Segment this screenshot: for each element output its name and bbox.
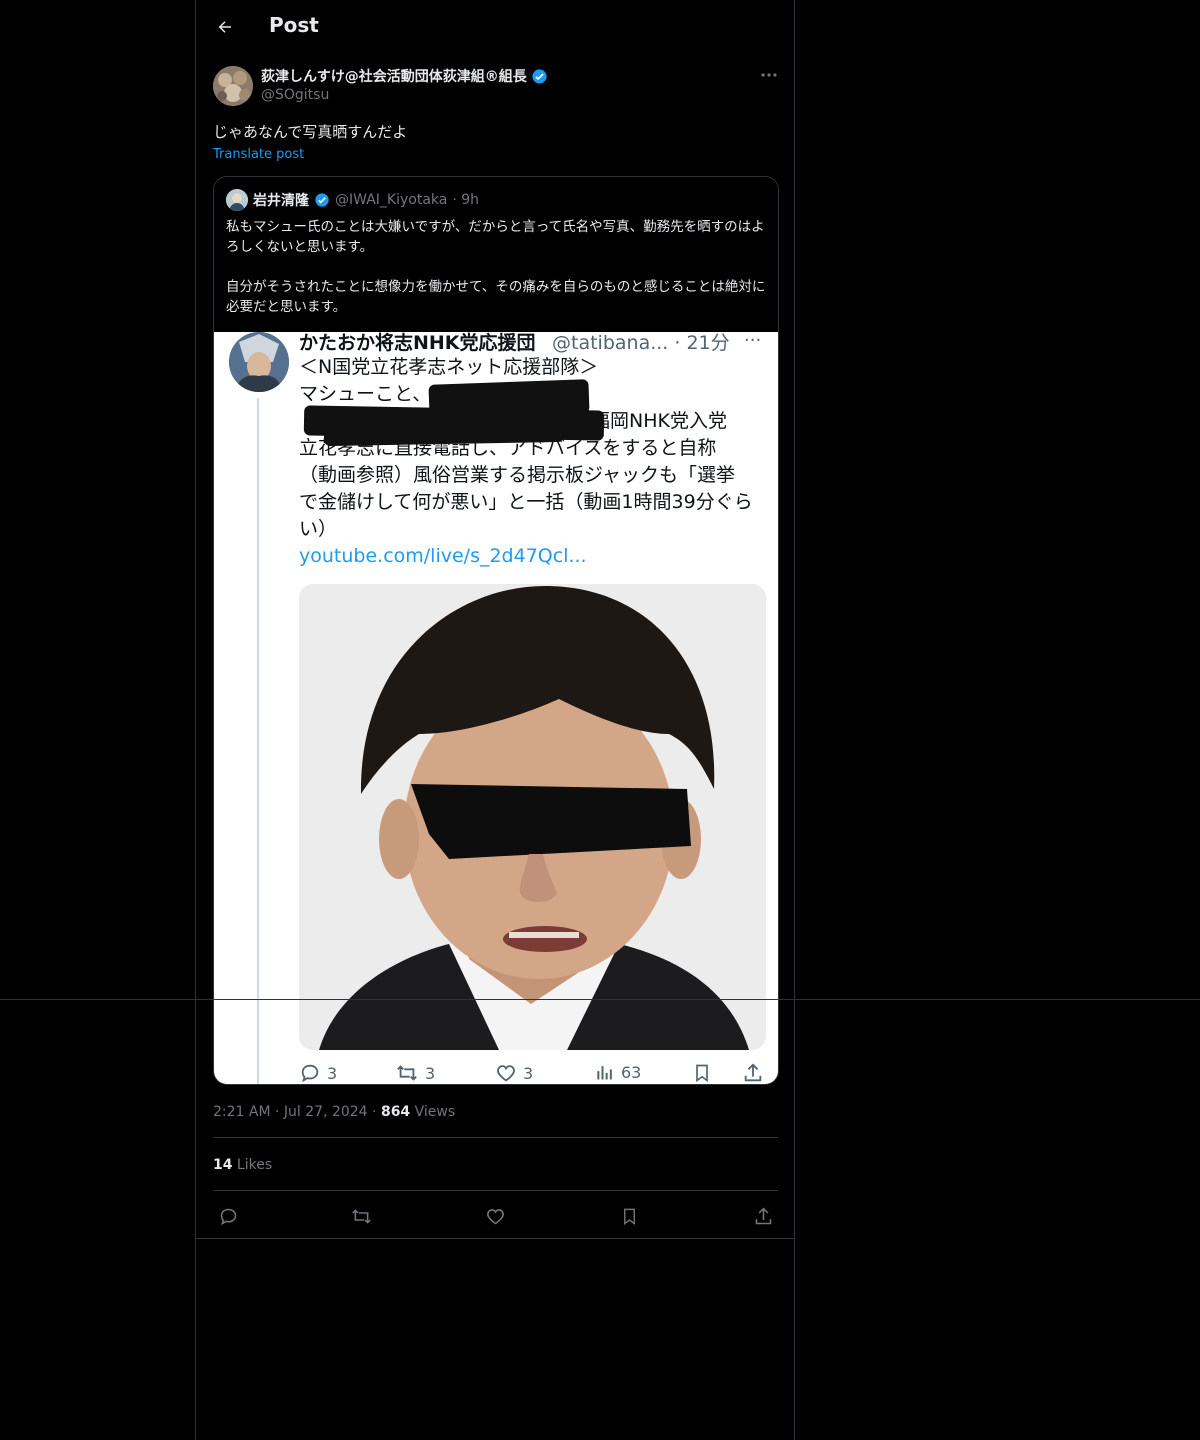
quoted-post-text: 私もマシュー氏のことは大嫌いですが、だからと言って氏名や写真、勤務先を晒すのはよ… (226, 217, 770, 337)
post-column: Post 荻津しんすけ@社会活動団体荻津組®組長 @SOgitsu じゃあなんで… (195, 0, 795, 1440)
likes-label: Likes (232, 1157, 273, 1173)
repost-icon (351, 1208, 371, 1224)
thread-line (257, 398, 259, 1084)
post-text: じゃあなんで写真晒すんだよ (213, 123, 408, 141)
heart-icon (497, 1065, 515, 1082)
reply-icon (301, 1064, 319, 1083)
screenshot-more-text: ··· (744, 332, 762, 351)
repost-icon (397, 1065, 417, 1081)
quoted-author-avatar (226, 189, 248, 211)
share-icon (755, 1207, 771, 1224)
divider (0, 999, 1200, 1000)
share-icon (744, 1063, 762, 1082)
screenshot-action-bar: 3 3 3 63 (299, 1062, 769, 1084)
repost-button[interactable] (349, 1204, 373, 1228)
screenshot-reply: 3 (299, 1062, 337, 1084)
divider (213, 1137, 778, 1138)
screenshot-line: い） (299, 518, 338, 540)
arrow-left-icon (218, 21, 231, 33)
quoted-author-name: 岩井清隆 (253, 193, 309, 209)
header-bar: Post (196, 0, 794, 54)
author-name-text: 荻津しんすけ@社会活動団体荻津組®組長 (261, 69, 527, 85)
divider (213, 1190, 778, 1191)
likes-summary[interactable]: 14 Likes (213, 1157, 272, 1173)
views-label: Views (410, 1104, 456, 1120)
divider (195, 1238, 794, 1239)
views-count: 864 (380, 1104, 411, 1120)
analytics-icon (597, 1066, 612, 1080)
quoted-post[interactable]: 岩井清隆 @IWAI_Kiyotaka · 9h 私もマシュー氏のことは大嫌いで… (213, 176, 779, 1085)
embedded-screenshot-image[interactable]: かたおか将志NHK党応援団 @tatibana... · 21分 ··· ＜N国… (214, 332, 778, 1084)
author-name[interactable]: 荻津しんすけ@社会活動団体荻津組®組長 (261, 66, 548, 86)
screenshot-repost: 3 (395, 1062, 435, 1084)
post-time[interactable]: 2:21 AM (213, 1104, 271, 1120)
verified-badge-icon (315, 193, 329, 207)
quoted-paragraph: 私もマシュー氏のことは大嫌いですが、だからと言って氏名や写真、勤務先を晒すのはよ… (226, 219, 765, 255)
screenshot-line: で金儲けして何が悪い」と一括（動画1時間39分ぐら (299, 491, 753, 513)
screenshot-author-name: かたおか将志NHK党応援団 (299, 332, 536, 354)
screenshot-reply-count: 3 (327, 1063, 338, 1083)
author-handle[interactable]: @SOgitsu (261, 87, 329, 103)
back-button[interactable] (210, 12, 240, 42)
post-date[interactable]: Jul 27, 2024 (284, 1104, 368, 1120)
screenshot-share (742, 1062, 764, 1084)
quoted-paragraph: 自分がそうされたことに想像力を働かせて、その痛みを自らのものと感じることは絶対に… (226, 279, 766, 315)
screenshot-handle-time: @tatibana... · 21分 (552, 332, 730, 354)
like-button[interactable] (483, 1204, 507, 1228)
post-timestamp: 2:21 AM · Jul 27, 2024 · 864 Views (213, 1104, 455, 1120)
screenshot-link: youtube.com/live/s_2d47Qcl... (299, 545, 587, 567)
bookmark-button[interactable] (617, 1204, 641, 1228)
screenshot-like: 3 (495, 1062, 533, 1084)
screenshot-bookmark (692, 1062, 712, 1084)
screenshot-views-count: 63 (621, 1062, 642, 1082)
quoted-author-handle: @IWAI_Kiyotaka (335, 192, 448, 208)
separator: · (275, 1104, 284, 1120)
screenshot-photo (299, 584, 766, 1050)
screenshot-line: （動画参照）風俗営業する掲示板ジャックも「選挙 (299, 464, 736, 486)
heart-icon (486, 1208, 504, 1224)
bookmark-icon (623, 1208, 635, 1225)
screenshot-like-count: 3 (523, 1063, 534, 1083)
screenshot-line-fragment: 福岡NHK党入党 (591, 410, 727, 432)
translate-post-link[interactable]: Translate post (213, 147, 304, 162)
more-options-button[interactable] (758, 66, 780, 84)
share-button[interactable] (751, 1204, 775, 1228)
bookmark-icon (696, 1064, 708, 1083)
quoted-post-header: 岩井清隆 @IWAI_Kiyotaka · 9h (226, 189, 479, 211)
quoted-post-time: · 9h (452, 192, 480, 208)
separator: · (372, 1104, 381, 1120)
author-avatar[interactable] (213, 66, 253, 106)
screenshot-views: 63 (595, 1062, 641, 1082)
verified-badge-icon (532, 68, 547, 84)
screenshot-avatar (229, 332, 289, 392)
likes-count: 14 (213, 1157, 233, 1173)
page-title: Post (269, 13, 319, 37)
screenshot-line: ＜N国党立花孝志ネット応援部隊＞ (299, 356, 599, 378)
reply-button[interactable] (216, 1204, 240, 1228)
more-horizontal-icon (761, 73, 777, 77)
reply-icon (220, 1208, 236, 1225)
screenshot-repost-count: 3 (425, 1063, 436, 1083)
